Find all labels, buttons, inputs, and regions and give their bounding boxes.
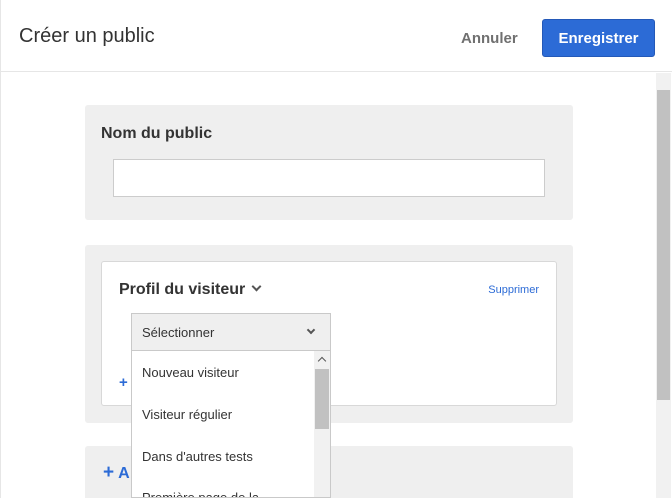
audience-name-input[interactable] xyxy=(113,159,545,197)
modal-header: Créer un public Annuler Enregistrer xyxy=(1,0,672,72)
delete-condition-link[interactable]: Supprimer xyxy=(488,284,539,296)
scroll-up-arrow-icon[interactable] xyxy=(656,73,671,89)
page-scroll-thumb[interactable] xyxy=(657,90,670,400)
modal-dialog: Créer un public Annuler Enregistrer Nom … xyxy=(0,0,672,498)
chevron-down-icon xyxy=(251,281,262,292)
plus-icon: + xyxy=(103,462,115,483)
save-button[interactable]: Enregistrer xyxy=(542,19,655,57)
add-condition-link[interactable]: + A xyxy=(103,462,130,484)
dropdown-option[interactable]: Visiteur régulier xyxy=(132,407,314,422)
audience-name-panel: Nom du public xyxy=(85,105,573,220)
dropdown-scrollbar[interactable] xyxy=(314,351,330,497)
condition-type-toggle[interactable]: Profil du visiteur xyxy=(119,281,262,299)
dropdown-option[interactable]: Première page de la xyxy=(132,490,314,497)
page-title: Créer un public xyxy=(19,25,155,47)
dropdown-option[interactable]: Nouveau visiteur xyxy=(132,365,314,380)
modal-body: Nom du public Profil du visiteur Supprim… xyxy=(1,73,672,498)
add-rule-plus-icon[interactable]: + xyxy=(119,374,128,391)
select-value: Sélectionner xyxy=(142,325,215,340)
chevron-up-icon[interactable] xyxy=(314,351,330,367)
cancel-button[interactable]: Annuler xyxy=(453,27,526,51)
add-condition-label: A xyxy=(118,465,130,482)
condition-select[interactable]: Sélectionner xyxy=(131,313,331,351)
audience-name-label: Nom du public xyxy=(101,125,213,142)
page-scrollbar[interactable] xyxy=(656,73,671,498)
condition-title: Profil du visiteur xyxy=(119,281,246,298)
chevron-down-icon xyxy=(306,325,316,335)
dropdown-option[interactable]: Dans d'autres tests xyxy=(132,449,314,464)
dropdown-scroll-thumb[interactable] xyxy=(315,369,329,429)
condition-dropdown-list: Nouveau visiteur Visiteur régulier Dans … xyxy=(131,350,331,498)
